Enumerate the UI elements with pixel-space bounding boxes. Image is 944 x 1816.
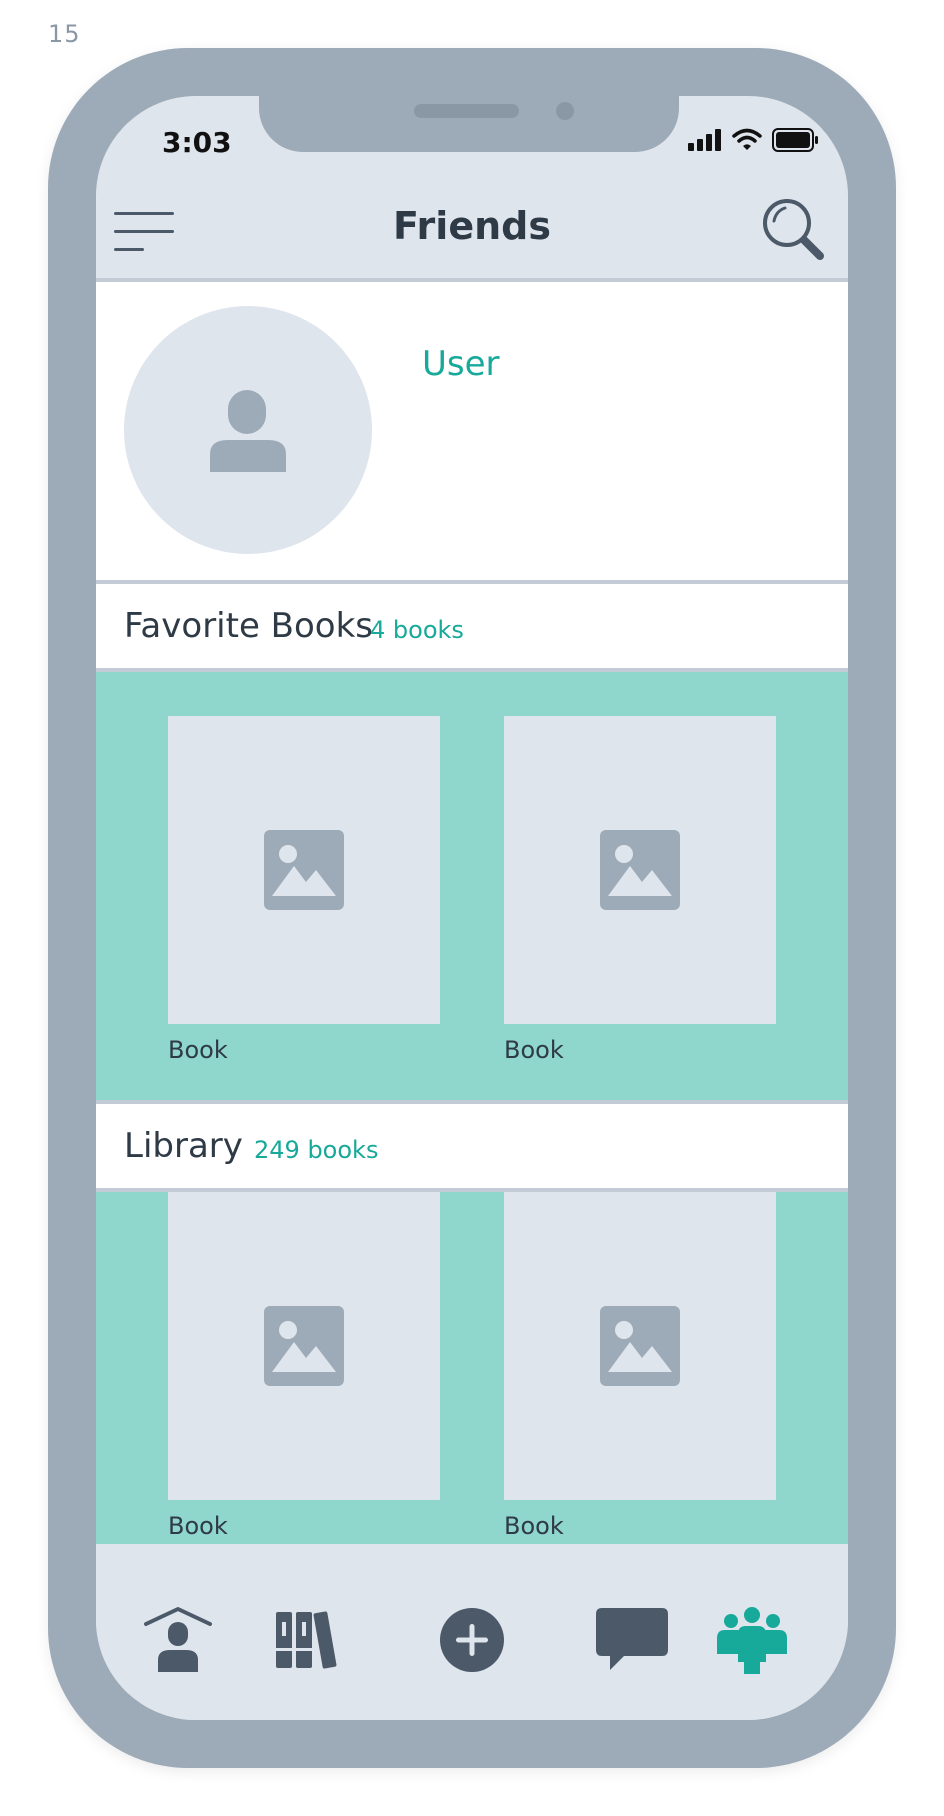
app-header: Friends — [96, 182, 848, 280]
image-placeholder-icon — [600, 830, 680, 910]
book-card[interactable]: Book — [168, 1192, 440, 1540]
wifi-icon — [732, 128, 762, 150]
status-time: 3:03 — [162, 126, 232, 159]
profile-card: User — [96, 282, 848, 580]
cellular-signal-icon — [688, 129, 721, 151]
book-label: Book — [504, 1036, 564, 1064]
avatar[interactable] — [124, 306, 372, 554]
library-header: Library 249 books — [96, 1104, 848, 1188]
page-title: Friends — [393, 204, 551, 248]
add-circle-icon — [440, 1608, 504, 1672]
tab-add[interactable] — [434, 1606, 510, 1674]
library-shelf: Book Book — [96, 1192, 848, 1544]
favorite-books-shelf: Book Book — [96, 672, 848, 1100]
book-card[interactable]: Book — [168, 716, 440, 1064]
search-icon — [763, 199, 824, 260]
book-cover — [504, 716, 776, 1024]
tab-messages[interactable] — [594, 1606, 670, 1674]
home-profile-icon — [144, 1607, 212, 1672]
status-icons — [688, 128, 818, 152]
user-silhouette-icon — [210, 390, 286, 472]
book-card[interactable]: Book — [504, 1192, 776, 1540]
favorite-books-title: Favorite Books — [124, 606, 374, 646]
bookshelf-icon — [276, 1611, 337, 1669]
favorite-books-count: 4 books — [370, 616, 464, 644]
battery-icon — [772, 128, 818, 152]
book-cover — [168, 1192, 440, 1500]
image-placeholder-icon — [264, 830, 344, 910]
user-name[interactable]: User — [422, 344, 500, 384]
tab-library[interactable] — [272, 1606, 348, 1674]
front-camera — [556, 102, 574, 120]
book-card[interactable]: Book — [504, 716, 776, 1064]
speaker-grille — [414, 104, 519, 118]
library-title: Library — [124, 1126, 243, 1166]
book-cover — [168, 716, 440, 1024]
page-number: 15 — [48, 20, 81, 48]
tab-friends[interactable] — [714, 1606, 790, 1674]
book-label: Book — [168, 1036, 228, 1064]
friends-group-icon — [717, 1607, 787, 1674]
book-cover — [504, 1192, 776, 1500]
bottom-tab-bar — [96, 1544, 848, 1720]
search-button[interactable] — [760, 196, 826, 262]
book-label: Book — [168, 1512, 228, 1540]
chat-bubble-icon — [596, 1608, 668, 1670]
phone-screen: 3:03 Friends User Favorite Books 4 books… — [96, 96, 848, 1720]
library-count: 249 books — [254, 1136, 379, 1164]
book-label: Book — [504, 1512, 564, 1540]
favorite-books-header: Favorite Books 4 books — [96, 584, 848, 668]
tab-home[interactable] — [140, 1606, 216, 1674]
image-placeholder-icon — [600, 1306, 680, 1386]
image-placeholder-icon — [264, 1306, 344, 1386]
device-notch — [259, 96, 679, 152]
